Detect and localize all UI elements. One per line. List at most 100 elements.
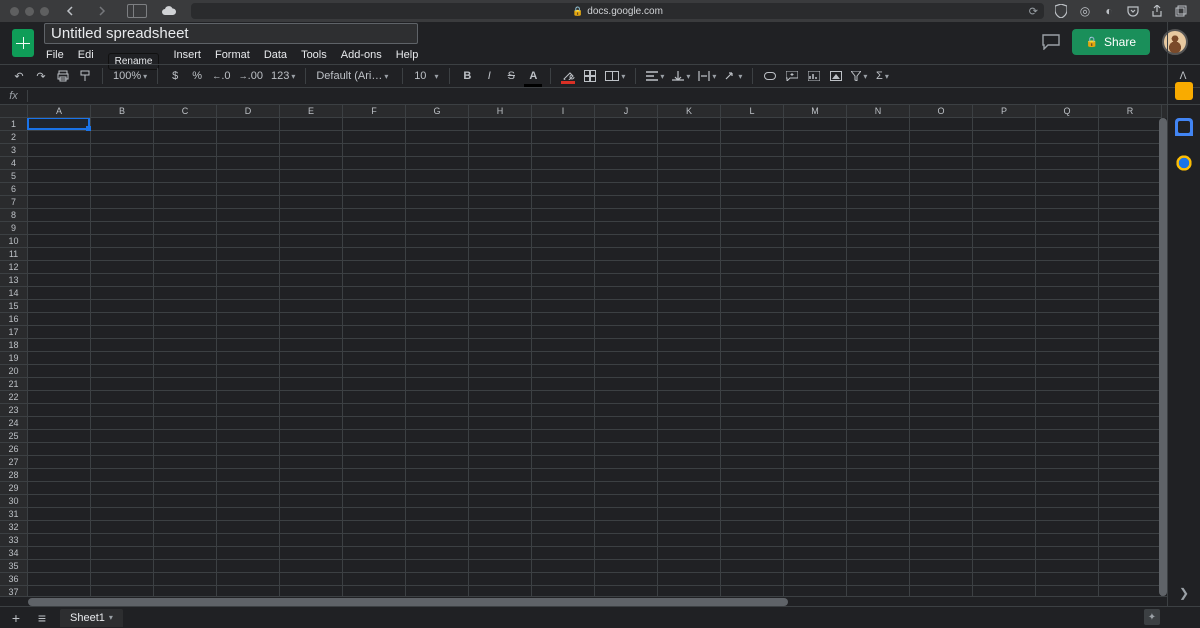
cell[interactable] — [784, 534, 847, 547]
cell[interactable] — [1036, 287, 1099, 300]
cell[interactable] — [406, 183, 469, 196]
cell[interactable] — [973, 183, 1036, 196]
cell[interactable] — [847, 352, 910, 365]
cell[interactable] — [658, 339, 721, 352]
cell[interactable] — [154, 521, 217, 534]
cell[interactable] — [154, 365, 217, 378]
cell[interactable] — [343, 443, 406, 456]
cell[interactable] — [154, 456, 217, 469]
cell[interactable] — [91, 391, 154, 404]
cell[interactable] — [343, 573, 406, 586]
cell[interactable] — [469, 378, 532, 391]
cell[interactable] — [469, 170, 532, 183]
cell[interactable] — [1036, 443, 1099, 456]
cell[interactable] — [1036, 430, 1099, 443]
cell[interactable] — [1099, 235, 1162, 248]
cell[interactable] — [910, 417, 973, 430]
cell[interactable] — [28, 300, 91, 313]
cell[interactable] — [217, 521, 280, 534]
cell[interactable] — [280, 521, 343, 534]
cell[interactable] — [784, 391, 847, 404]
cell[interactable] — [406, 443, 469, 456]
cell[interactable] — [595, 430, 658, 443]
cell[interactable] — [658, 222, 721, 235]
cell[interactable] — [469, 313, 532, 326]
cell[interactable] — [280, 547, 343, 560]
cell[interactable] — [343, 274, 406, 287]
cell[interactable] — [217, 508, 280, 521]
cell[interactable] — [91, 339, 154, 352]
cell[interactable] — [910, 261, 973, 274]
cell[interactable] — [217, 404, 280, 417]
cell[interactable] — [973, 508, 1036, 521]
cell[interactable] — [1036, 508, 1099, 521]
cell[interactable] — [406, 287, 469, 300]
cell[interactable] — [1036, 586, 1099, 596]
cell[interactable] — [910, 222, 973, 235]
row-header-8[interactable]: 8 — [0, 209, 28, 222]
explore-button[interactable]: ✦ — [1144, 609, 1160, 625]
cell[interactable] — [721, 443, 784, 456]
functions-dropdown[interactable]: Σ▾ — [873, 67, 891, 85]
cell[interactable] — [721, 508, 784, 521]
cell[interactable] — [1099, 573, 1162, 586]
cell[interactable] — [658, 495, 721, 508]
cell[interactable] — [532, 443, 595, 456]
column-header-N[interactable]: N — [847, 105, 910, 118]
cell[interactable] — [973, 131, 1036, 144]
row-header-27[interactable]: 27 — [0, 456, 28, 469]
fx-icon[interactable]: fx — [0, 90, 28, 102]
cell[interactable] — [154, 586, 217, 596]
cell[interactable] — [532, 352, 595, 365]
cell[interactable] — [595, 521, 658, 534]
column-header-J[interactable]: J — [595, 105, 658, 118]
cell[interactable] — [154, 495, 217, 508]
cell[interactable] — [469, 222, 532, 235]
merge-cells-dropdown[interactable]: ▾ — [603, 67, 627, 85]
cell[interactable] — [973, 261, 1036, 274]
cell[interactable] — [595, 573, 658, 586]
cells-area[interactable] — [28, 118, 1167, 596]
cell[interactable] — [973, 573, 1036, 586]
cell[interactable] — [154, 482, 217, 495]
row-header-11[interactable]: 11 — [0, 248, 28, 261]
cell[interactable] — [406, 404, 469, 417]
cell[interactable] — [217, 560, 280, 573]
cell[interactable] — [469, 287, 532, 300]
cell[interactable] — [721, 248, 784, 261]
cell[interactable] — [406, 261, 469, 274]
globe-icon[interactable]: ◐ — [1102, 4, 1116, 18]
cell[interactable] — [343, 417, 406, 430]
cell[interactable] — [658, 274, 721, 287]
cell[interactable] — [1099, 170, 1162, 183]
cell[interactable] — [784, 209, 847, 222]
cell[interactable] — [658, 430, 721, 443]
shield-icon[interactable] — [1054, 4, 1068, 18]
cell[interactable] — [154, 547, 217, 560]
cell[interactable] — [973, 274, 1036, 287]
cell[interactable] — [154, 417, 217, 430]
cell[interactable] — [784, 378, 847, 391]
cell[interactable] — [910, 209, 973, 222]
cell[interactable] — [847, 261, 910, 274]
cell[interactable] — [1099, 365, 1162, 378]
cell[interactable] — [973, 534, 1036, 547]
cell[interactable] — [595, 586, 658, 596]
insert-link-button[interactable] — [761, 67, 779, 85]
cell[interactable] — [721, 456, 784, 469]
cell[interactable] — [721, 144, 784, 157]
cell[interactable] — [721, 586, 784, 596]
cell[interactable] — [1099, 352, 1162, 365]
cell[interactable] — [280, 365, 343, 378]
cell[interactable] — [28, 482, 91, 495]
cell[interactable] — [721, 313, 784, 326]
row-header-7[interactable]: 7 — [0, 196, 28, 209]
cell[interactable] — [910, 547, 973, 560]
cell[interactable] — [784, 274, 847, 287]
cell[interactable] — [1099, 118, 1162, 131]
text-wrap-dropdown[interactable]: ▾ — [696, 67, 718, 85]
cell[interactable] — [28, 469, 91, 482]
cell[interactable] — [91, 352, 154, 365]
column-header-B[interactable]: B — [91, 105, 154, 118]
cell[interactable] — [154, 443, 217, 456]
